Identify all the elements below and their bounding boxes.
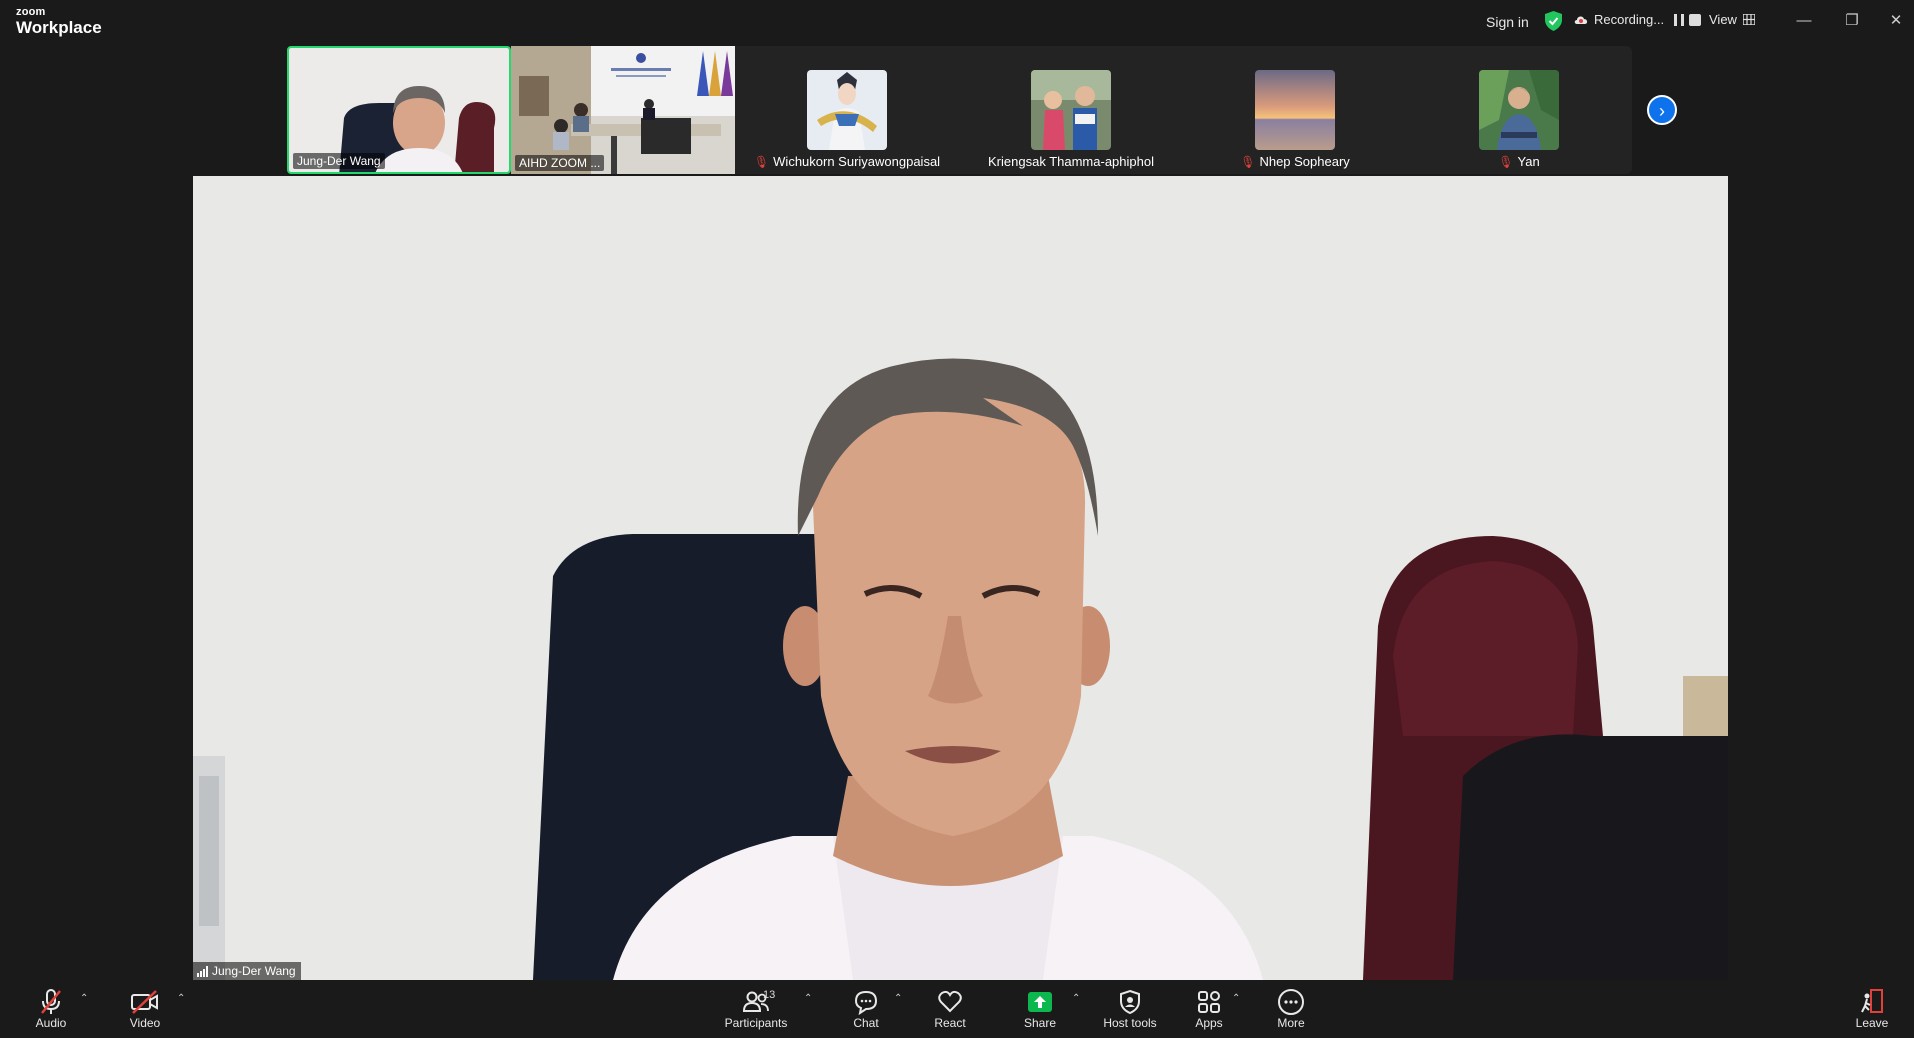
stop-recording-icon[interactable] — [1689, 13, 1702, 26]
host-tools-label: Host tools — [1103, 1016, 1157, 1030]
more-label: More — [1277, 1016, 1305, 1030]
participant-tile-avatar[interactable]: 🎙︎ Yan — [1407, 46, 1631, 174]
recording-indicator[interactable]: Recording... — [1574, 12, 1702, 27]
participant-name-label: 🎙︎ Nhep Sopheary — [1236, 153, 1354, 170]
share-options-chevron-up-icon[interactable]: ⌃ — [1072, 993, 1080, 1004]
connection-signal-icon — [197, 965, 208, 977]
active-speaker-video — [193, 176, 1728, 980]
profile-picture — [1255, 70, 1335, 150]
share-screen-icon — [1028, 992, 1052, 1012]
next-page-chevron-icon[interactable]: › — [1647, 95, 1677, 125]
participants-label: Participants — [724, 1016, 788, 1030]
participants-count-badge: 13 — [763, 989, 776, 1001]
participant-name-text: Wichukorn Suriyawongpaisal — [773, 154, 941, 169]
sunset-avatar-image — [1255, 70, 1335, 150]
logo-text-zoom: zoom — [16, 6, 46, 18]
participant-name-label: AIHD ZOOM ... — [515, 155, 605, 171]
host-tools-shield-icon — [1120, 989, 1140, 1015]
pause-recording-icon[interactable] — [1674, 13, 1685, 26]
video-options-chevron-up-icon[interactable]: ⌃ — [177, 993, 185, 1004]
audio-button[interactable]: Audio — [16, 988, 86, 1030]
profile-picture — [1479, 70, 1559, 150]
react-button[interactable]: React — [915, 988, 985, 1030]
participant-name-text: Nhep Sopheary — [1259, 154, 1350, 169]
more-options-icon — [1278, 989, 1304, 1015]
participants-options-chevron-up-icon[interactable]: ⌃ — [804, 993, 812, 1004]
heart-icon — [938, 990, 962, 1013]
meeting-controls-toolbar: Audio ⌃ Video ⌃ 13 Participants ⌃ Chat ⌃… — [0, 980, 1914, 1038]
audio-options-chevron-up-icon[interactable]: ⌃ — [80, 993, 88, 1004]
participants-button[interactable]: 13 Participants — [721, 988, 791, 1030]
chat-label: Chat — [853, 1016, 879, 1030]
chat-bubble-icon — [854, 990, 878, 1015]
muted-microphone-icon: 🎙︎ — [1240, 154, 1256, 169]
active-speaker-name-label: Jung-Der Wang — [193, 962, 301, 980]
participant-tile-video[interactable]: Jung-Der Wang — [287, 46, 511, 174]
family-photo-avatar-image — [1031, 70, 1111, 150]
participant-name-label: 🎙︎ Yan — [1494, 153, 1543, 170]
participant-name-text: Kriengsak Thamma-aphiphol — [988, 154, 1154, 169]
grid-view-icon — [1742, 14, 1755, 25]
participant-name-text: Yan — [1517, 154, 1540, 169]
speaker-video-feed — [193, 176, 1728, 980]
camera-off-icon — [131, 990, 158, 1014]
apps-options-chevron-up-icon[interactable]: ⌃ — [1232, 993, 1240, 1004]
leave-label: Leave — [1855, 1016, 1889, 1030]
minimize-icon[interactable]: — — [1792, 10, 1816, 32]
participant-name-label: Jung-Der Wang — [293, 153, 385, 169]
apps-grid-icon — [1198, 991, 1220, 1013]
muted-microphone-icon: 🎙︎ — [753, 154, 770, 169]
participant-tile-avatar[interactable]: 🎙︎ Nhep Sopheary — [1183, 46, 1407, 174]
participant-tile-video[interactable]: AIHD ZOOM ... — [511, 46, 735, 174]
leave-door-icon — [1861, 989, 1883, 1013]
title-bar: zoom Workplace Sign in Recording... View… — [0, 0, 1914, 44]
recording-label: Recording... — [1594, 12, 1665, 27]
share-label: Share — [1023, 1016, 1057, 1030]
security-shield-icon[interactable] — [1545, 11, 1562, 31]
view-label: View — [1709, 12, 1737, 27]
audio-label: Audio — [35, 1016, 67, 1030]
muted-microphone-icon: 🎙︎ — [1498, 154, 1514, 169]
speaker-name-text: Jung-Der Wang — [212, 964, 296, 978]
logo-text-workplace: Workplace — [16, 18, 102, 37]
participant-tile-avatar[interactable]: 🎙︎ Wichukorn Suriyawongpaisal — [735, 46, 959, 174]
participant-name-label: 🎙︎ Wichukorn Suriyawongpaisal — [750, 153, 944, 170]
sign-in-link[interactable]: Sign in — [1486, 0, 1529, 44]
participant-thumbnail-strip: Jung-Der Wang AIHD ZOOM ... 🎙︎ Wichukorn… — [287, 46, 1632, 174]
apps-label: Apps — [1195, 1016, 1223, 1030]
profile-picture — [1031, 70, 1111, 150]
chat-button[interactable]: Chat — [831, 988, 901, 1030]
portrait-avatar-image — [1479, 70, 1559, 150]
microphone-muted-icon — [41, 989, 61, 1014]
video-label: Video — [129, 1016, 161, 1030]
share-screen-button[interactable]: Share — [1005, 988, 1075, 1030]
participant-name-label: Kriengsak Thamma-aphiphol — [984, 153, 1158, 170]
react-label: React — [934, 1016, 966, 1030]
cloud-recording-icon — [1574, 16, 1588, 24]
chat-options-chevron-up-icon[interactable]: ⌃ — [894, 993, 902, 1004]
leave-meeting-button[interactable]: Leave — [1837, 988, 1907, 1030]
restore-icon[interactable]: ❐ — [1840, 10, 1864, 32]
close-icon[interactable]: ✕ — [1884, 10, 1908, 32]
more-button[interactable]: More — [1256, 988, 1326, 1030]
profile-picture — [807, 70, 887, 150]
view-menu-button[interactable]: View — [1709, 12, 1755, 27]
participant-tile-avatar[interactable]: Kriengsak Thamma-aphiphol — [959, 46, 1183, 174]
host-tools-button[interactable]: Host tools — [1095, 988, 1165, 1030]
anime-character-avatar-image — [807, 70, 887, 150]
video-button[interactable]: Video — [110, 988, 180, 1030]
zoom-logo: zoom Workplace — [16, 6, 102, 37]
